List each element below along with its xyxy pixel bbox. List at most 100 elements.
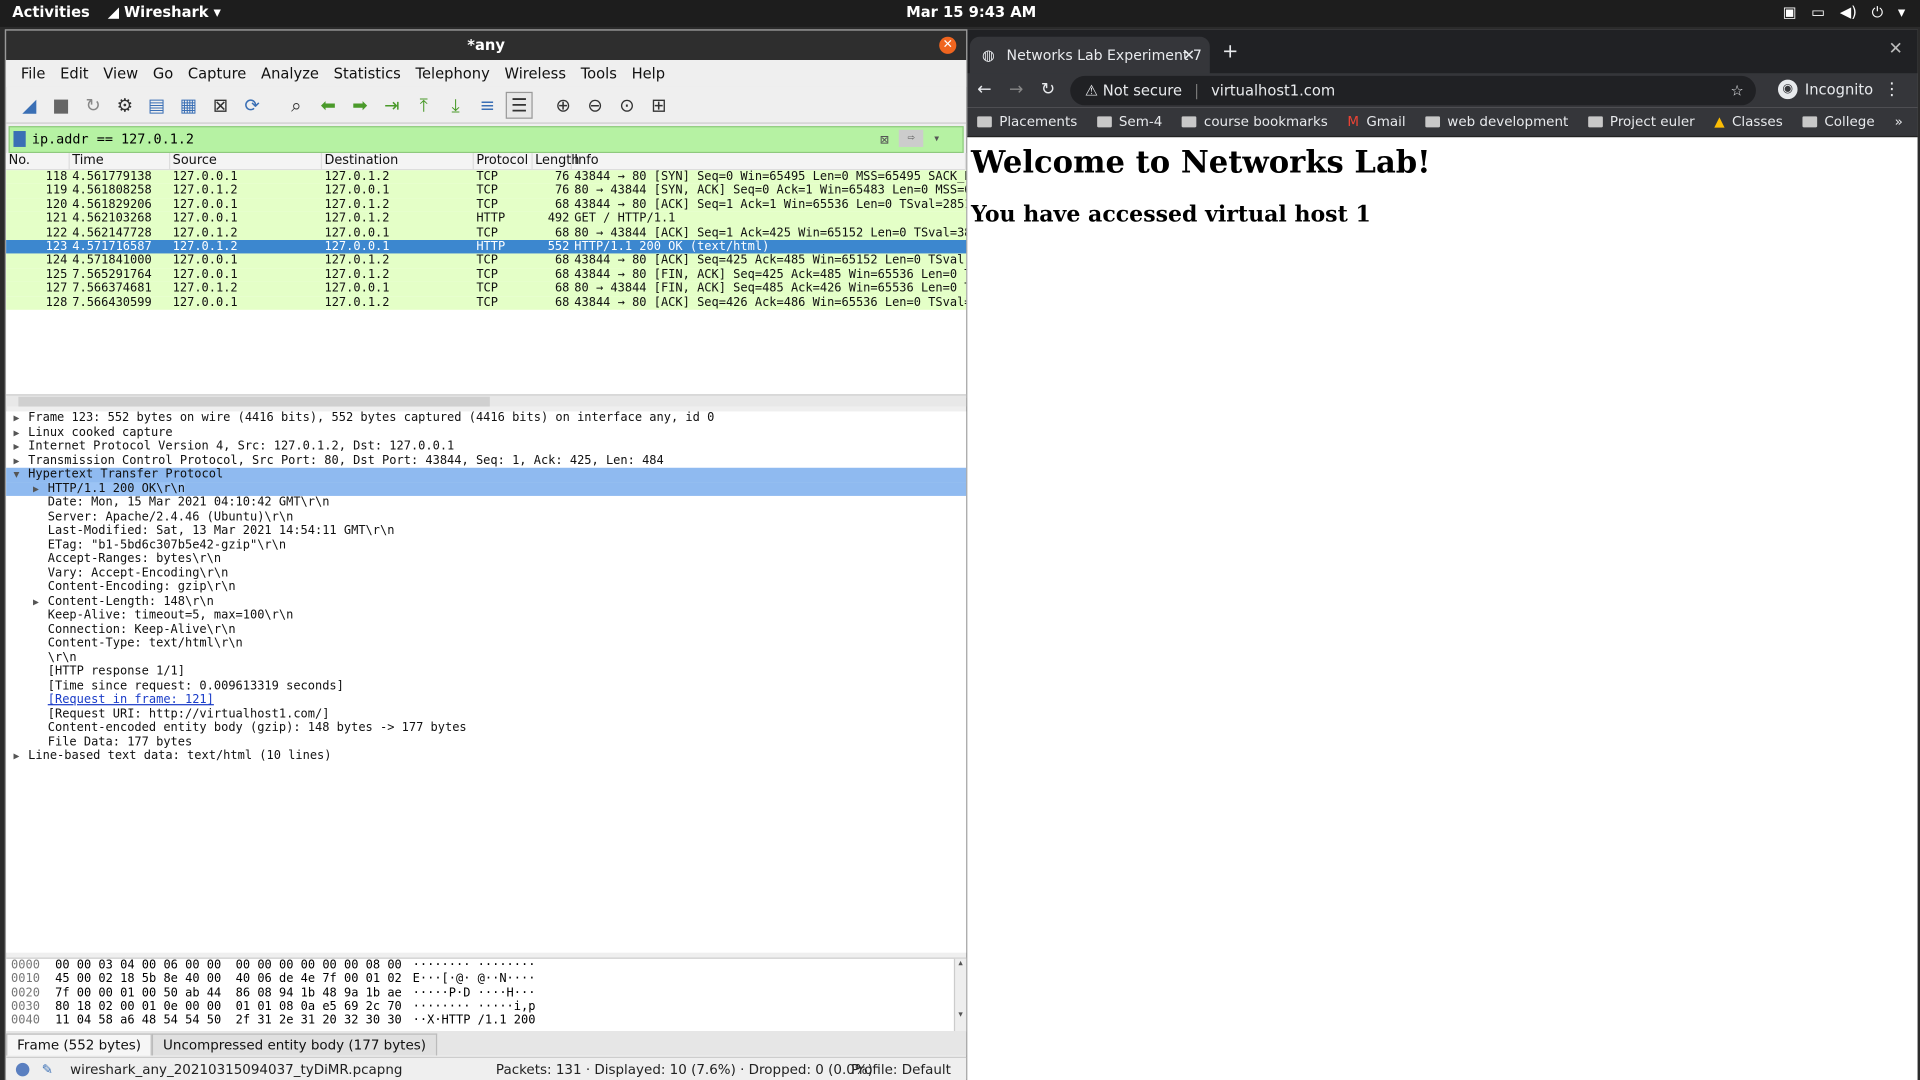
restart-capture-icon[interactable]: ↻ [80,91,107,118]
tree-item[interactable]: Last-Modified: Sat, 13 Mar 2021 14:54:11… [6,524,966,538]
new-tab-icon[interactable]: + [1222,39,1238,62]
tree-item[interactable]: ▶ HTTP/1.1 200 OK\r\n [6,481,967,496]
more-bookmarks-icon[interactable]: » [1895,114,1903,130]
packet-row[interactable]: 124 4.571841000 127.0.0.1 127.0.1.2 TCP 68 438… [6,253,967,268]
menu-statistics[interactable]: Statistics [326,65,408,82]
column-header[interactable]: Info [572,153,967,169]
zoom-in-icon[interactable]: ⊕ [550,91,577,118]
capture-options-icon[interactable]: ⚙ [111,91,138,118]
packet-row[interactable]: 125 7.565291764 127.0.0.1 127.0.1.2 TCP 68 438… [6,267,967,282]
reload-icon[interactable]: ↻ [1041,80,1055,100]
bookmark-icon[interactable] [13,131,26,147]
menu-telephony[interactable]: Telephony [408,65,497,82]
packet-row[interactable]: 118 4.561779138 127.0.0.1 127.0.1.2 TCP 76 438… [6,170,967,185]
expand-arrow-icon[interactable]: ▶ [13,440,19,454]
menu-capture[interactable]: Capture [181,65,254,82]
expand-arrow-icon[interactable]: ▶ [13,454,19,468]
incognito-indicator[interactable]: ◉ Incognito [1777,79,1873,100]
star-icon[interactable]: ☆ [1731,76,1744,105]
find-packet-icon[interactable]: ⌕ [283,91,310,118]
screen-icon[interactable]: ▭ [1811,4,1825,22]
packet-row[interactable]: 128 7.566430599 127.0.0.1 127.0.1.2 TCP 68 438… [6,295,967,310]
bookmark-project-euler[interactable]: Project euler [1587,114,1695,130]
tree-item[interactable]: ▶ Frame 123: 552 bytes on wire (4416 bits… [6,411,966,425]
app-menu-button[interactable]: ◢ Wireshark ▾ [108,4,221,21]
close-icon[interactable]: ✕ [1889,39,1903,59]
last-packet-icon[interactable]: ⤓ [442,91,469,118]
menu-file[interactable]: File [13,65,52,82]
tree-item[interactable]: ▶ Content-Length: 148\r\n [6,594,966,608]
tree-item[interactable]: [HTTP response 1/1] [6,665,966,679]
tree-item[interactable]: Vary: Accept-Encoding\r\n [6,566,966,580]
tree-item[interactable]: ETag: "b1-5bd6c307b5e42-gzip"\r\n [6,538,966,552]
bookmark-course-bookmarks[interactable]: course bookmarks [1181,114,1328,130]
packet-list[interactable]: No. Time Source Destination Protocol Len… [6,153,967,398]
bookmark-web-development[interactable]: web development [1425,114,1568,130]
column-header[interactable]: Source [170,153,323,169]
menu-view[interactable]: View [96,65,146,82]
expand-arrow-icon[interactable]: ▶ [33,594,39,608]
tree-item[interactable]: [Request URI: http://virtualhost1.com/] [6,707,966,721]
edit-comment-icon[interactable]: ✎ [42,1061,53,1077]
chevron-down-icon[interactable]: ▾ [1898,4,1905,22]
autoscroll-icon[interactable]: ≡ [474,91,501,118]
address-bar[interactable]: ⚠ Not secure | virtualhost1.com ☆ [1070,75,1756,106]
display-icon[interactable]: ▣ [1783,4,1797,22]
packet-row[interactable]: 119 4.561808258 127.0.1.2 127.0.0.1 TCP 76 80 … [6,184,967,199]
go-back-icon[interactable]: ⬅ [315,91,342,118]
apply-filter-icon[interactable]: ⇨ [898,129,924,147]
packet-row[interactable]: 123 4.571716587 127.0.1.2 127.0.0.1 HTTP 552 H… [6,239,967,254]
bookmark-gmail[interactable]: M Gmail [1347,114,1405,130]
tab-uncompressed-body[interactable]: Uncompressed entity body (177 bytes) [152,1033,438,1056]
start-capture-icon[interactable]: ◢ [16,91,43,118]
column-header[interactable]: Protocol [474,153,533,169]
packet-bytes[interactable]: 0000 00 00 03 04 00 06 00 00 00 00 00 00 … [6,957,967,1033]
profile-selector[interactable]: Profile: Default [851,1061,951,1077]
collapse-arrow-icon[interactable]: ▼ [13,468,19,482]
horizontal-scrollbar[interactable] [6,394,967,407]
tree-item[interactable]: Content-Encoding: gzip\r\n [6,580,966,594]
packet-row[interactable]: 127 7.566374681 127.0.1.2 127.0.0.1 TCP 68 80 … [6,281,967,296]
volume-icon[interactable]: ◀) [1840,4,1857,22]
column-header[interactable]: Length [533,153,579,169]
column-header[interactable]: Destination [322,153,474,169]
menu-go[interactable]: Go [146,65,181,82]
request-frame-link[interactable]: [Request in frame: 121] [6,693,966,707]
expert-info-icon[interactable] [15,1062,30,1076]
tree-item[interactable]: Date: Mon, 15 Mar 2021 04:10:42 GMT\r\n [6,496,966,510]
clock[interactable]: Mar 15 9:43 AM [906,4,1036,21]
tree-item[interactable]: Keep-Alive: timeout=5, max=100\r\n [6,609,966,623]
expand-arrow-icon[interactable]: ▶ [13,411,19,425]
tree-item[interactable]: [Time since request: 0.009613319 seconds… [6,679,966,693]
packet-row[interactable]: 122 4.562147728 127.0.1.2 127.0.0.1 TCP 68 80 … [6,225,967,240]
tree-item[interactable]: ▶ Line-based text data: text/html (10 lin… [6,749,966,763]
tree-item[interactable]: Accept-Ranges: bytes\r\n [6,552,966,566]
power-icon[interactable]: ⏻ [1872,4,1884,22]
system-tray[interactable]: ▣ ▭ ◀) ⏻ ▾ [1783,4,1906,22]
vertical-scrollbar[interactable]: ▲ ▼ [953,958,967,1033]
close-file-icon[interactable]: ⊠ [207,91,234,118]
activities-button[interactable]: Activities [12,4,90,21]
tree-item[interactable]: ▶ Transmission Control Protocol, Src Port… [6,454,966,468]
menu-edit[interactable]: Edit [53,65,96,82]
reload-file-icon[interactable]: ⟳ [239,91,266,118]
zoom-reset-icon[interactable]: ⊙ [613,91,640,118]
back-icon[interactable]: ← [977,80,991,100]
go-to-packet-icon[interactable]: ⇥ [378,91,405,118]
display-filter-input[interactable]: ip.addr == 127.0.1.2 ⊠ ⇨ ▾ + [8,126,982,154]
expand-arrow-icon[interactable]: ▶ [33,482,39,496]
more-menu-icon[interactable]: ⋮ [1883,80,1900,100]
save-file-icon[interactable]: ▦ [175,91,202,118]
bookmark-college[interactable]: College [1802,114,1875,130]
column-header[interactable]: No. [6,153,70,169]
tree-item-http[interactable]: ▼ Hypertext Transfer Protocol [6,467,967,482]
close-icon[interactable]: ✕ [1183,37,1195,74]
tree-item[interactable]: \r\n [6,651,966,665]
colorize-icon[interactable]: ☰ [505,91,533,119]
tree-item[interactable]: Connection: Keep-Alive\r\n [6,623,966,637]
menu-help[interactable]: Help [624,65,672,82]
forward-icon[interactable]: → [1009,80,1023,100]
bookmark-sem-4[interactable]: Sem-4 [1096,114,1162,130]
packet-row[interactable]: 120 4.561829206 127.0.0.1 127.0.1.2 TCP 68 438… [6,198,967,213]
tree-item[interactable]: Content-encoded entity body (gzip): 148 … [6,721,966,735]
